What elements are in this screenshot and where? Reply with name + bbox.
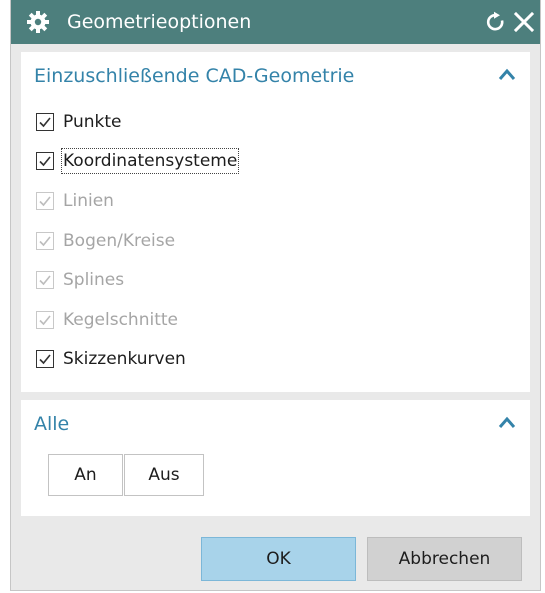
checkbox-box[interactable] [36, 152, 54, 170]
all-group-title: Alle [34, 413, 70, 435]
checkbox-box[interactable] [36, 271, 54, 289]
cad-geometry-group: Einzuschließende CAD-Geometrie Punkte Ko… [21, 52, 530, 392]
checkbox-label-sketch-curves: Skizzenkurven [63, 349, 186, 369]
checkbox-arcs-circles[interactable]: Bogen/Kreise [36, 227, 175, 255]
checkbox-label-arcs-circles: Bogen/Kreise [63, 231, 176, 251]
checkbox-box[interactable] [36, 232, 54, 250]
chevron-up-icon[interactable] [498, 68, 516, 82]
all-on-button[interactable]: An [48, 454, 123, 496]
checkbox-box[interactable] [36, 350, 54, 368]
gear-icon [27, 11, 49, 33]
all-group: Alle An Aus [21, 400, 530, 516]
close-icon[interactable] [512, 10, 536, 34]
geometry-options-dialog: Geometrieoptionen Einzuschließende CAD-G… [10, 0, 541, 591]
checkbox-label-coordinate-systems: Koordinatensysteme [60, 148, 240, 174]
checkbox-splines[interactable]: Splines [36, 266, 124, 294]
dialog-title: Geometrieoptionen [67, 11, 252, 33]
cancel-button[interactable]: Abbrechen [367, 537, 522, 581]
checkbox-box[interactable] [36, 311, 54, 329]
cad-geometry-group-title: Einzuschließende CAD-Geometrie [34, 65, 355, 87]
all-group-header[interactable]: Alle [21, 400, 530, 448]
cad-geometry-group-header[interactable]: Einzuschließende CAD-Geometrie [21, 52, 530, 100]
checkbox-lines[interactable]: Linien [36, 187, 114, 215]
checkbox-box[interactable] [36, 192, 54, 210]
checkbox-sketch-curves[interactable]: Skizzenkurven [36, 345, 186, 373]
chevron-up-icon[interactable] [498, 416, 516, 430]
checkbox-label-splines: Splines [63, 270, 125, 290]
checkbox-label-lines: Linien [63, 191, 114, 211]
title-bar[interactable]: Geometrieoptionen [11, 0, 540, 44]
all-off-button[interactable]: Aus [124, 454, 204, 496]
checkbox-label-conics: Kegelschnitte [63, 310, 178, 330]
reset-icon[interactable] [485, 11, 507, 33]
checkbox-points[interactable]: Punkte [36, 108, 121, 136]
ok-button[interactable]: OK [201, 537, 356, 581]
checkbox-conics[interactable]: Kegelschnitte [36, 306, 178, 334]
checkbox-box[interactable] [36, 113, 54, 131]
checkbox-label-points: Punkte [63, 112, 122, 132]
checkbox-coordinate-systems[interactable]: Koordinatensysteme [36, 147, 240, 175]
